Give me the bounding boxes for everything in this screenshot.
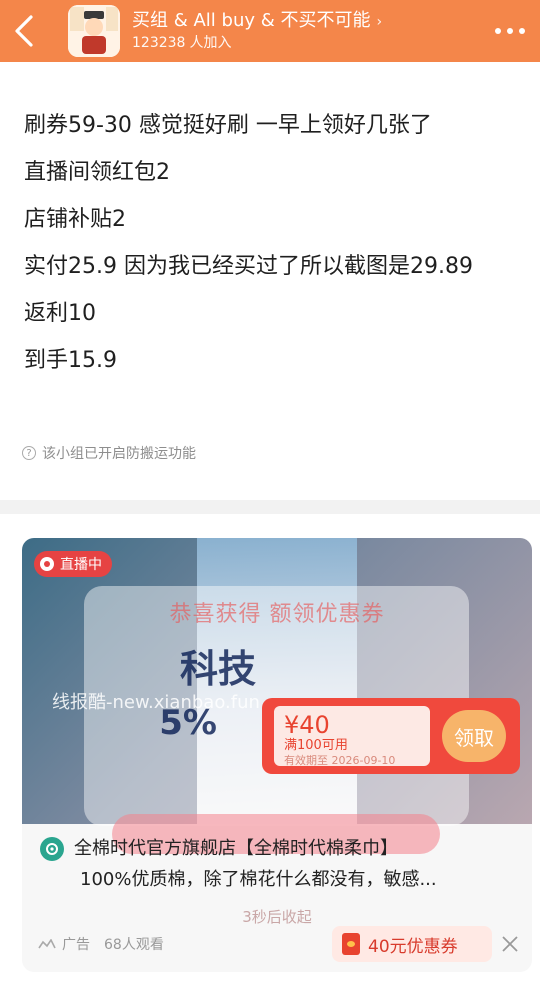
product-description: 100%优质棉，除了棉花什么都没有，敏感... — [80, 869, 437, 890]
group-member-count: 123238 人加入 — [132, 34, 232, 51]
shop-logo-icon — [40, 837, 64, 861]
close-ad-icon[interactable] — [492, 926, 528, 962]
claim-coupon-button[interactable]: 领取 — [442, 710, 506, 762]
post-line: 店铺补贴2 — [24, 207, 126, 232]
ad-shop-info[interactable]: 全棉时代官方旗舰店【全棉时代棉柔巾】 100%优质棉，除了棉花什么都没有，敏感.… — [40, 834, 520, 896]
live-indicator-icon — [40, 557, 54, 571]
group-header: 买组 & All buy & 不买不可能 › 123238 人加入 — [0, 0, 540, 62]
coupon-condition: 满100可用 — [284, 738, 348, 753]
more-icon[interactable] — [480, 0, 540, 62]
chevron-right-icon: › — [376, 13, 383, 30]
coupon-amount: ¥40 — [284, 711, 330, 739]
close-icon — [502, 936, 518, 952]
watermark-text: 线报酷-new.xianbao.fun — [52, 692, 260, 713]
section-divider — [0, 500, 540, 514]
ad-label: 广告 68人观看 — [38, 934, 164, 954]
post-line: 直播间领红包2 — [24, 160, 170, 185]
brand-banner-text: 科技 5% — [159, 647, 257, 743]
group-avatar-illustration — [68, 5, 120, 57]
viewer-count: 68人观看 — [104, 937, 164, 953]
back-chevron-icon — [15, 15, 33, 47]
ad-footer: 广告 68人观看 40元优惠券 — [38, 926, 518, 962]
anti-repost-notice: ? 该小组已开启防搬运功能 — [22, 443, 196, 463]
ad-card[interactable]: 恭喜获得 额领优惠券 科技 5% 线报酷-new.xianbao.fun 直播中… — [22, 538, 532, 972]
ad-live-preview[interactable]: 恭喜获得 额领优惠券 科技 5% 线报酷-new.xianbao.fun 直播中… — [22, 538, 532, 854]
coupon-card[interactable]: ¥40 满100可用 有效期至 2026-09-10 领取 — [262, 698, 520, 774]
post-line: 到手15.9 — [24, 348, 117, 373]
shop-title-line: 全棉时代官方旗舰店【全棉时代棉柔巾】 — [40, 834, 520, 864]
cotton-icon — [46, 843, 58, 855]
post-line: 刷券59-30 感觉挺好刷 一早上领好几张了 — [24, 113, 432, 138]
signal-icon — [38, 939, 56, 949]
back-icon[interactable] — [0, 0, 48, 62]
coupon-details: ¥40 满100可用 有效期至 2026-09-10 — [274, 706, 430, 767]
coupon-validity: 有效期至 2026-09-10 — [284, 754, 396, 767]
group-name[interactable]: 买组 & All buy & 不买不可能 › — [132, 10, 480, 33]
overlay-title: 恭喜获得 额领优惠券 — [169, 602, 385, 627]
post-line: 返利10 — [24, 301, 96, 326]
post-body: 刷券59-30 感觉挺好刷 一早上领好几张了 直播间领红包2 店铺补贴2 实付2… — [24, 102, 524, 384]
group-avatar[interactable] — [68, 5, 120, 57]
post-line: 实付25.9 因为我已经买过了所以截图是29.89 — [24, 254, 473, 279]
live-badge: 直播中 — [34, 551, 112, 577]
coupon-chip-button[interactable]: 40元优惠券 — [332, 926, 492, 962]
group-title-block[interactable]: 买组 & All buy & 不买不可能 › 123238 人加入 — [132, 10, 480, 53]
collapse-countdown: 3秒后收起 — [242, 908, 312, 926]
question-icon: ? — [22, 446, 36, 460]
red-envelope-icon — [342, 933, 360, 955]
